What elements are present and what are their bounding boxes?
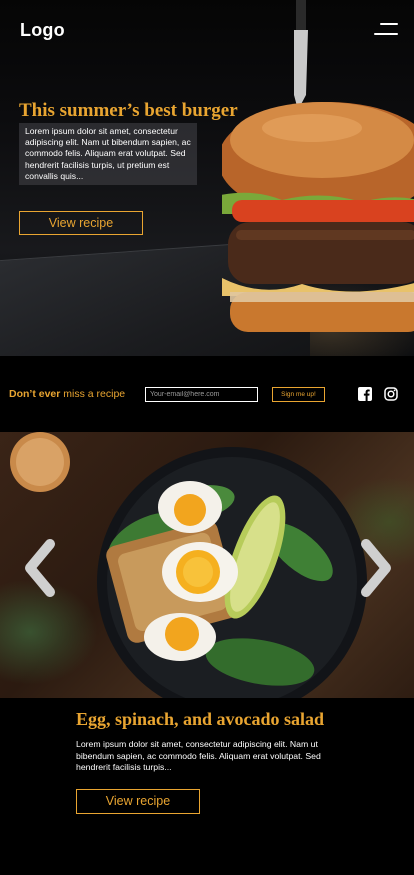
newsletter-tagline: Don’t ever miss a recipe: [9, 388, 125, 400]
feature-title: Egg, spinach, and avocado salad: [76, 709, 325, 729]
instagram-icon[interactable]: [384, 387, 398, 401]
recipe-carousel: [0, 432, 414, 698]
chevron-left-icon[interactable]: [20, 538, 60, 598]
burger-image: [222, 0, 414, 332]
hamburger-menu-icon[interactable]: [374, 22, 398, 36]
hero-section: Logo This summer’s best burger Lorem ips…: [0, 0, 414, 356]
feature-description: Lorem ipsum dolor sit amet, consectetur …: [76, 739, 321, 773]
logo[interactable]: Logo: [20, 20, 65, 41]
newsletter-strip: Don’t ever miss a recipe Sign me up!: [0, 356, 414, 432]
hero-description: Lorem ipsum dolor sit amet, consectetur …: [19, 123, 197, 186]
hero-title: This summer’s best burger: [19, 100, 238, 121]
email-input[interactable]: [145, 387, 258, 402]
salad-image: [10, 432, 367, 698]
tagline-rest: miss a recipe: [60, 388, 126, 400]
feature-view-recipe-button[interactable]: View recipe: [76, 789, 200, 814]
tagline-bold: Don’t ever: [9, 388, 61, 400]
hero-view-recipe-button[interactable]: View recipe: [19, 211, 143, 235]
facebook-icon[interactable]: [358, 387, 372, 401]
chevron-right-icon[interactable]: [356, 538, 396, 598]
sign-up-button[interactable]: Sign me up!: [272, 387, 325, 402]
